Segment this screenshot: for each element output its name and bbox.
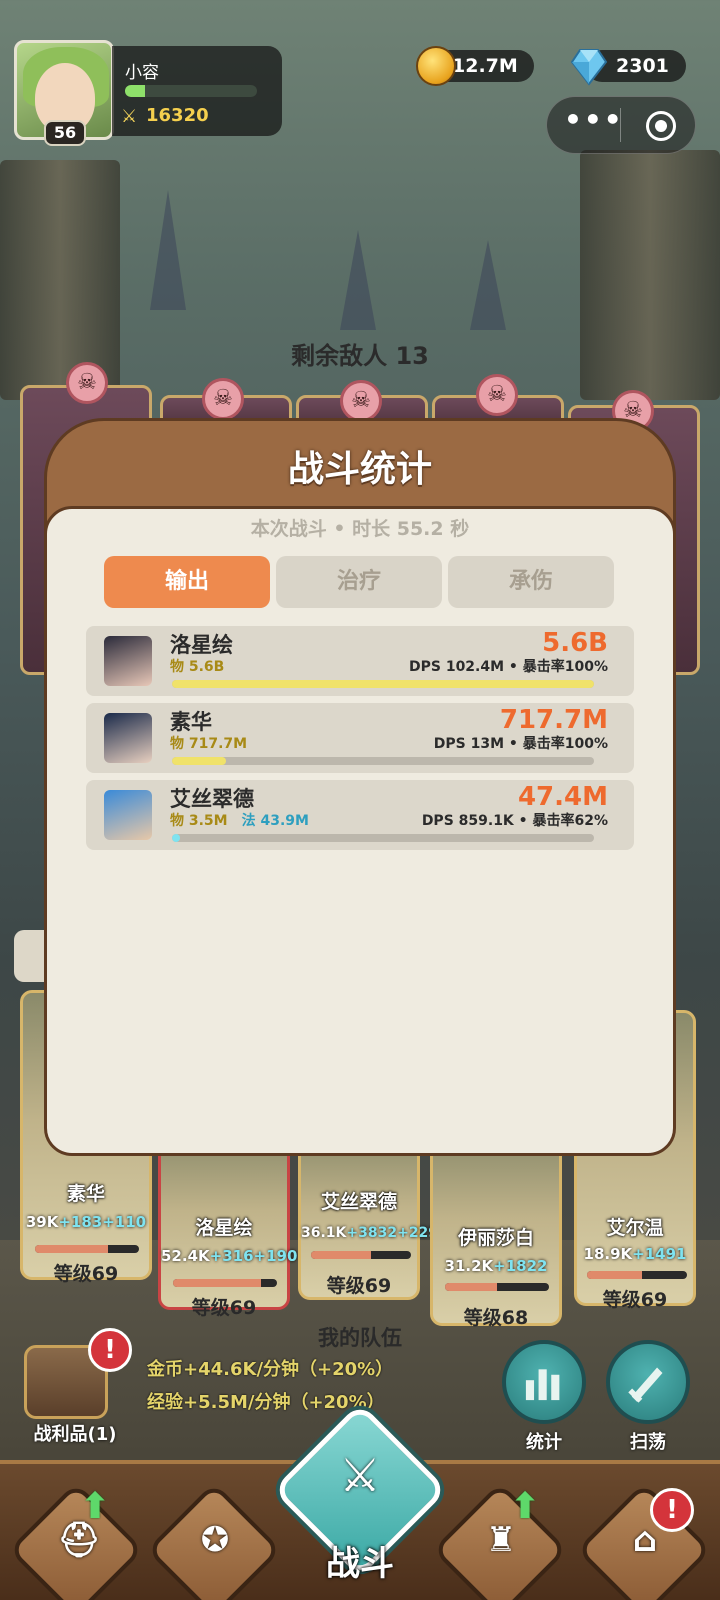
- castle-spire: [470, 240, 506, 330]
- gold-rate: 金币+44.6K/分钟（+20%）: [147, 1359, 394, 1380]
- stats-row: 洛星绘 物 5.6B 5.6B DPS 102.4M • 暴击率100%: [86, 626, 634, 696]
- hero-name: 素华: [170, 710, 212, 734]
- hero-level: 等级69: [602, 1289, 668, 1311]
- player-name: 小容: [125, 63, 159, 83]
- loot-label[interactable]: 战利品(1): [20, 1420, 130, 1446]
- exp-rate: 经验+5.5M/分钟（+20%）: [147, 1392, 385, 1413]
- hero-stat: 36.1K+3832+2295: [301, 1225, 448, 1241]
- damage-bar-fill: [172, 757, 227, 765]
- player-power: 16320: [146, 105, 209, 126]
- hero-stat: 18.9K+1491: [583, 1245, 687, 1263]
- hero-level: 等级69: [191, 1297, 257, 1319]
- modal-title: 战斗统计: [287, 449, 432, 490]
- damage-total: 717.7M: [499, 705, 608, 735]
- hero-hp-bar: [35, 1245, 139, 1253]
- upgrade-arrow-icon: ⬆: [510, 1486, 541, 1527]
- damage-bar: [172, 680, 594, 688]
- sweep-button[interactable]: [606, 1340, 690, 1424]
- battle-stats-modal: 战斗统计 本次战斗 • 时长 55.2 秒 输出 治疗 承伤 洛星绘 物 5.6…: [44, 418, 676, 1158]
- hero-name: 素华: [66, 1183, 105, 1205]
- hero-hp-bar: [173, 1279, 277, 1287]
- damage-bar-fill: [172, 834, 181, 842]
- hero-card[interactable]: 伊丽莎白 31.2K+1822 等级68: [430, 1130, 562, 1329]
- skull-icon: ☠: [202, 378, 244, 420]
- hero-name: 洛星绘: [195, 1217, 253, 1239]
- hero-portrait: [104, 636, 152, 686]
- tab-healing[interactable]: 治疗: [276, 556, 442, 608]
- damage-breakdown: 物 717.7M: [170, 736, 248, 752]
- diamond-icon: [570, 46, 608, 86]
- dps-crit: DPS 13M • 暴击率100%: [433, 736, 608, 752]
- castle-spire: [340, 230, 376, 330]
- skull-icon: ☠: [476, 374, 518, 416]
- sword-icon: ⚔: [121, 106, 138, 127]
- more-options-icon[interactable]: •••: [564, 103, 622, 136]
- enemies-remaining: 剩余敌人 13: [291, 342, 429, 370]
- hero-name: 伊丽莎白: [457, 1227, 534, 1249]
- hero-hp-bar: [587, 1271, 687, 1279]
- damage-breakdown: 物 5.6B: [170, 659, 225, 675]
- hero-name: 艾丝翠德: [170, 787, 254, 811]
- damage-bar: [172, 834, 594, 842]
- castle-spire: [150, 190, 186, 310]
- hero-name: 艾丝翠德: [320, 1191, 397, 1213]
- gold-coin-icon: [416, 46, 456, 86]
- damage-bar: [172, 757, 594, 765]
- bar-chart-icon: [525, 1369, 560, 1401]
- stats-row: 素华 物 717.7M 717.7M DPS 13M • 暴击率100%: [86, 703, 634, 773]
- tab-damage-taken[interactable]: 承伤: [448, 556, 614, 608]
- stats-label: 统计: [526, 1432, 562, 1453]
- hero-level: 等级69: [326, 1275, 392, 1297]
- capsule-divider: [620, 108, 621, 142]
- gold-amount: 12.7M: [452, 55, 518, 77]
- skull-icon: ☠: [66, 362, 108, 404]
- shop-alert-icon: !: [650, 1488, 694, 1532]
- book-icon: ✪: [200, 1520, 230, 1560]
- player-exp-fill: [125, 85, 145, 97]
- dps-crit: DPS 859.1K • 暴击率62%: [421, 813, 608, 829]
- loot-alert-icon: !: [88, 1328, 132, 1372]
- hero-portrait: [104, 790, 152, 840]
- hero-level: 等级69: [53, 1263, 119, 1285]
- damage-total: 47.4M: [517, 782, 608, 812]
- damage-total: 5.6B: [542, 628, 608, 658]
- hero-stat: 52.4K+316+190: [161, 1247, 298, 1265]
- tab-damage[interactable]: 输出: [104, 556, 270, 608]
- hero-hp-bar: [445, 1283, 549, 1291]
- player-exp-bar: [125, 85, 257, 97]
- hero-name: 艾尔温: [606, 1217, 664, 1239]
- hero-name: 洛星绘: [170, 633, 233, 657]
- dps-crit: DPS 102.4M • 暴击率100%: [408, 659, 608, 675]
- battle-duration: 本次战斗 • 时长 55.2 秒: [250, 518, 470, 540]
- damage-breakdown: 物 3.5M 法 43.9M: [170, 813, 309, 829]
- crossed-swords-icon: ⚔: [339, 1448, 381, 1502]
- damage-bar-fill: [172, 680, 594, 688]
- player-level-badge: 56: [44, 120, 86, 146]
- stats-row: 艾丝翠德 物 3.5M 法 43.9M 47.4M DPS 859.1K • 暴击…: [86, 780, 634, 850]
- upgrade-arrow-icon: ⬆: [80, 1486, 111, 1527]
- sweep-label: 扫荡: [630, 1432, 666, 1453]
- hero-portrait: [104, 713, 152, 763]
- stats-button[interactable]: [502, 1340, 586, 1424]
- hero-hp-bar: [311, 1251, 411, 1259]
- nav-battle-label[interactable]: 战斗: [290, 1536, 430, 1585]
- close-miniprogram-icon[interactable]: [646, 111, 676, 141]
- sword-icon: [628, 1367, 663, 1403]
- skull-icon: ☠: [340, 380, 382, 422]
- hero-stat: 31.2K+1822: [444, 1257, 548, 1275]
- gem-amount: 2301: [616, 55, 669, 77]
- hero-stat: 39K+183+110: [25, 1213, 147, 1231]
